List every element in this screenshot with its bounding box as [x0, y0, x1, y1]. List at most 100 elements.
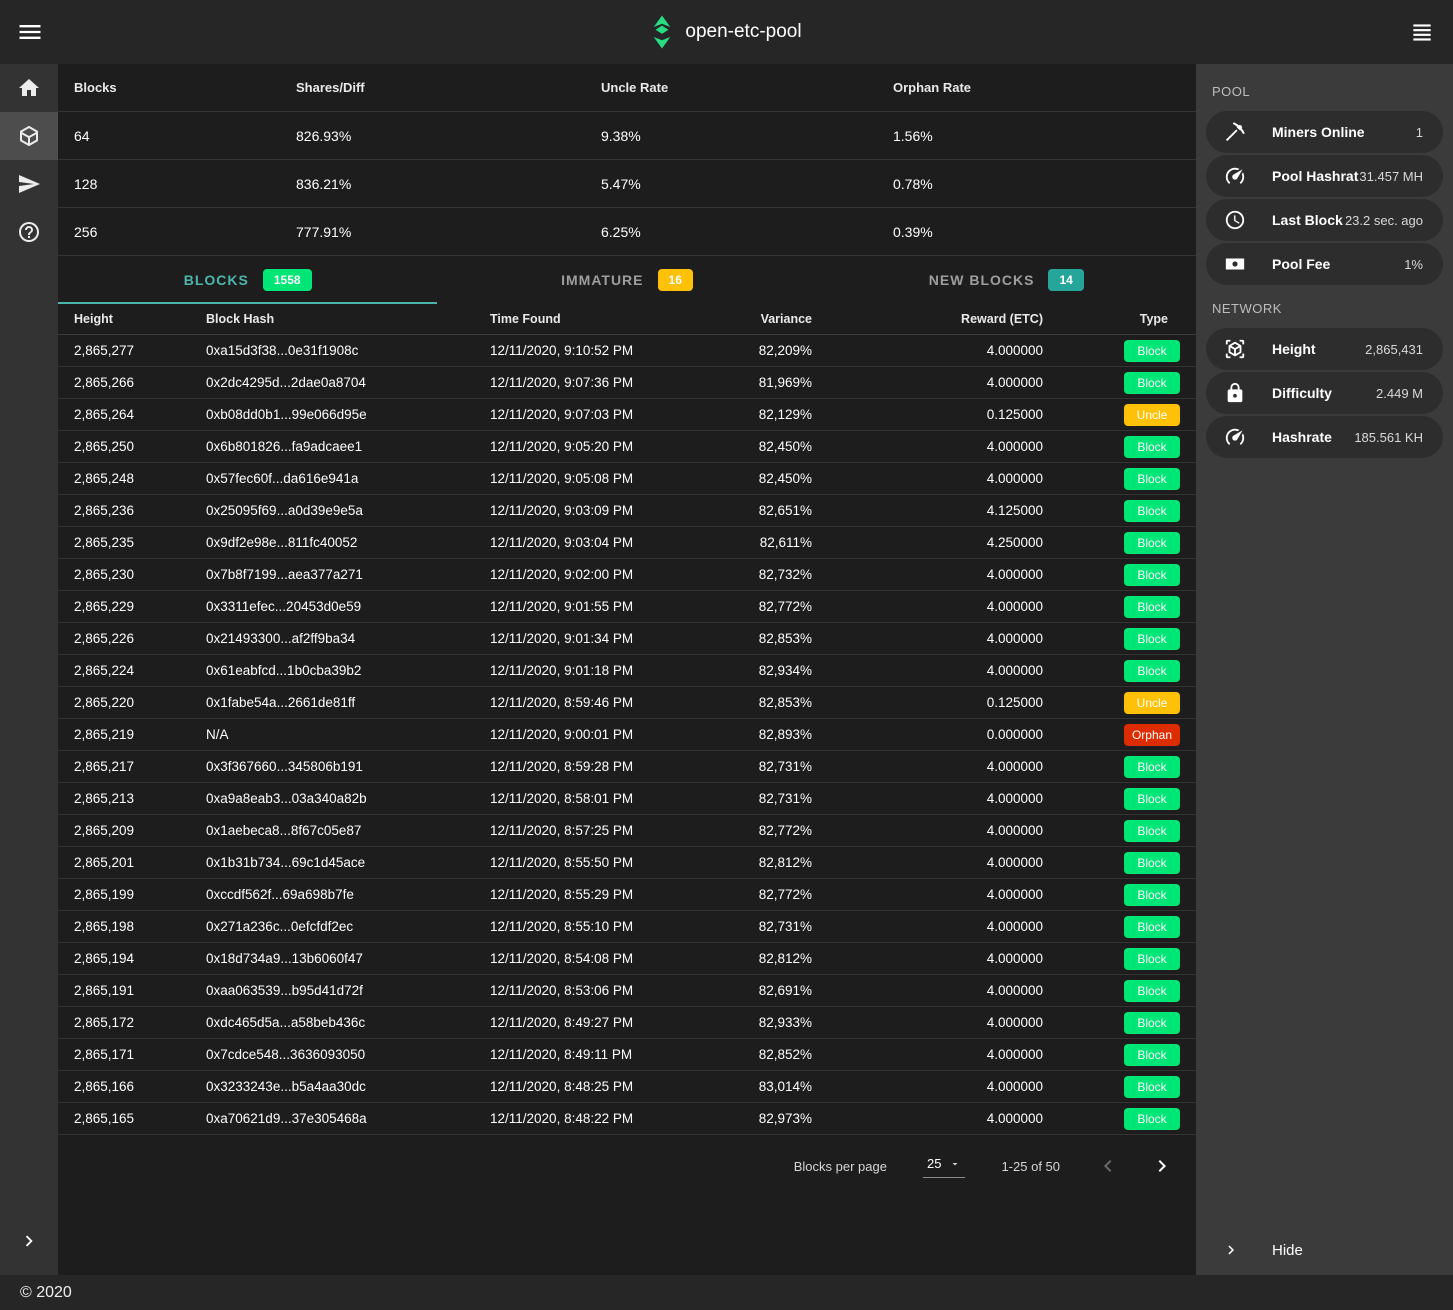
stats-blocks-window: 64 [74, 128, 296, 144]
nav-item-home[interactable] [0, 64, 58, 112]
block-hash: 0x3233243e...b5a4aa30dc [206, 1079, 490, 1094]
block-time-found: 12/11/2020, 8:54:08 PM [490, 951, 758, 966]
menu-icon[interactable] [16, 18, 44, 46]
left-nav-rail [0, 64, 58, 1275]
block-variance: 82,772% [758, 823, 812, 838]
block-hash: 0x3311efec...20453d0e59 [206, 599, 490, 614]
block-hash: 0xb08dd0b1...99e066d95e [206, 407, 490, 422]
pool-fee-label: Pool Fee [1272, 256, 1330, 272]
block-hash: 0xa9a8eab3...03a340a82b [206, 791, 490, 806]
block-variance: 82,812% [758, 951, 812, 966]
block-time-found: 12/11/2020, 9:05:08 PM [490, 471, 758, 486]
block-reward: 4.000000 [812, 375, 1043, 390]
network-height-stat: Height 2,865,431 [1206, 328, 1443, 370]
stats-header-blocks: Blocks [74, 80, 296, 95]
hide-sidebar-button[interactable]: Hide [1196, 1241, 1303, 1259]
stats-shares-diff: 777.91% [296, 224, 601, 240]
block-height: 2,865,250 [74, 439, 206, 454]
block-reward: 4.000000 [812, 759, 1043, 774]
miners-online-value: 1 [1416, 125, 1423, 140]
block-reward: 4.000000 [812, 343, 1043, 358]
block-type-badge: Block [1124, 756, 1180, 778]
block-height: 2,865,198 [74, 919, 206, 934]
block-reward: 4.000000 [812, 1079, 1043, 1094]
tab-blocks-count-badge: 1558 [263, 269, 312, 291]
pool-fee-value: 1% [1404, 257, 1423, 272]
block-reward: 4.000000 [812, 1015, 1043, 1030]
block-type-badge: Block [1124, 660, 1180, 682]
block-reward: 4.000000 [812, 439, 1043, 454]
block-hash: 0x1aebeca8...8f67c05e87 [206, 823, 490, 838]
block-time-found: 12/11/2020, 8:53:06 PM [490, 983, 758, 998]
previous-page-icon[interactable] [1096, 1154, 1120, 1178]
block-reward: 4.000000 [812, 1047, 1043, 1062]
block-height: 2,865,213 [74, 791, 206, 806]
block-height: 2,865,171 [74, 1047, 206, 1062]
block-row: 2,865,219 N/A 12/11/2020, 9:00:01 PM 82,… [58, 719, 1196, 751]
tab-blocks[interactable]: BLOCKS 1558 [58, 256, 437, 304]
col-header-variance: Variance [758, 312, 812, 326]
block-row: 2,865,191 0xaa063539...b95d41d72f 12/11/… [58, 975, 1196, 1007]
app-root: open-etc-pool [0, 0, 1453, 1310]
block-row: 2,865,277 0xa15d3f38...0e31f1908c 12/11/… [58, 335, 1196, 367]
pool-hashrate-stat: Pool Hashrate 31.457 MH [1206, 155, 1443, 197]
block-type-badge: Block [1124, 500, 1180, 522]
stats-orphan-rate: 0.39% [893, 224, 1180, 240]
block-hash: 0xccdf562f...69a698b7fe [206, 887, 490, 902]
block-reward: 4.000000 [812, 567, 1043, 582]
block-height: 2,865,217 [74, 759, 206, 774]
block-variance: 82,933% [758, 1015, 812, 1030]
block-time-found: 12/11/2020, 8:49:11 PM [490, 1047, 758, 1062]
nav-item-payments[interactable] [0, 160, 58, 208]
block-time-found: 12/11/2020, 8:48:25 PM [490, 1079, 758, 1094]
block-time-found: 12/11/2020, 9:10:52 PM [490, 343, 758, 358]
block-type-badge: Block [1124, 820, 1180, 842]
block-time-found: 12/11/2020, 9:03:09 PM [490, 503, 758, 518]
block-height: 2,865,209 [74, 823, 206, 838]
block-type-badge: Block [1124, 532, 1180, 554]
block-time-found: 12/11/2020, 8:59:46 PM [490, 695, 758, 710]
block-type-badge: Block [1124, 596, 1180, 618]
next-page-icon[interactable] [1150, 1154, 1174, 1178]
block-height: 2,865,248 [74, 471, 206, 486]
block-hash: 0x61eabfcd...1b0cba39b2 [206, 663, 490, 678]
luck-stats-row: 64 826.93% 9.38% 1.56% [58, 112, 1196, 160]
block-type-badge: Orphan [1124, 724, 1180, 746]
block-variance: 82,893% [758, 727, 812, 742]
right-menu-icon[interactable] [1409, 19, 1435, 45]
help-circle-icon [17, 220, 41, 244]
block-type-badge: Block [1124, 628, 1180, 650]
nav-expand-button[interactable] [0, 1217, 58, 1265]
network-hashrate-label: Hashrate [1272, 429, 1332, 445]
app-title: open-etc-pool [685, 21, 801, 43]
tab-immature[interactable]: IMMATURE 16 [437, 256, 816, 304]
block-reward: 4.000000 [812, 471, 1043, 486]
block-variance: 81,969% [758, 375, 812, 390]
block-row: 2,865,199 0xccdf562f...69a698b7fe 12/11/… [58, 879, 1196, 911]
block-hash: 0x18d734a9...13b6060f47 [206, 951, 490, 966]
stats-header-shares-diff: Shares/Diff [296, 80, 601, 95]
block-time-found: 12/11/2020, 9:01:18 PM [490, 663, 758, 678]
block-variance: 82,611% [758, 535, 812, 550]
block-row: 2,865,166 0x3233243e...b5a4aa30dc 12/11/… [58, 1071, 1196, 1103]
tab-immature-label: IMMATURE [561, 272, 643, 288]
nav-item-help[interactable] [0, 208, 58, 256]
block-height: 2,865,166 [74, 1079, 206, 1094]
cube-scan-icon [1224, 338, 1246, 360]
block-time-found: 12/11/2020, 9:07:36 PM [490, 375, 758, 390]
block-time-found: 12/11/2020, 8:58:01 PM [490, 791, 758, 806]
block-row: 2,865,226 0x21493300...af2ff9ba34 12/11/… [58, 623, 1196, 655]
block-hash: 0x9df2e98e...811fc40052 [206, 535, 490, 550]
page-size-select[interactable]: 25 [923, 1154, 965, 1178]
block-variance: 82,450% [758, 439, 812, 454]
block-reward: 4.125000 [812, 503, 1043, 518]
nav-item-blocks[interactable] [0, 112, 58, 160]
tab-new-blocks[interactable]: NEW BLOCKS 14 [817, 256, 1196, 304]
block-hash: 0x1fabe54a...2661de81ff [206, 695, 490, 710]
block-variance: 82,973% [758, 1111, 812, 1126]
block-hash: 0x7b8f7199...aea377a271 [206, 567, 490, 582]
block-hash: 0xaa063539...b95d41d72f [206, 983, 490, 998]
luck-stats-header: Blocks Shares/Diff Uncle Rate Orphan Rat… [58, 64, 1196, 112]
block-row: 2,865,213 0xa9a8eab3...03a340a82b 12/11/… [58, 783, 1196, 815]
stats-blocks-window: 128 [74, 176, 296, 192]
